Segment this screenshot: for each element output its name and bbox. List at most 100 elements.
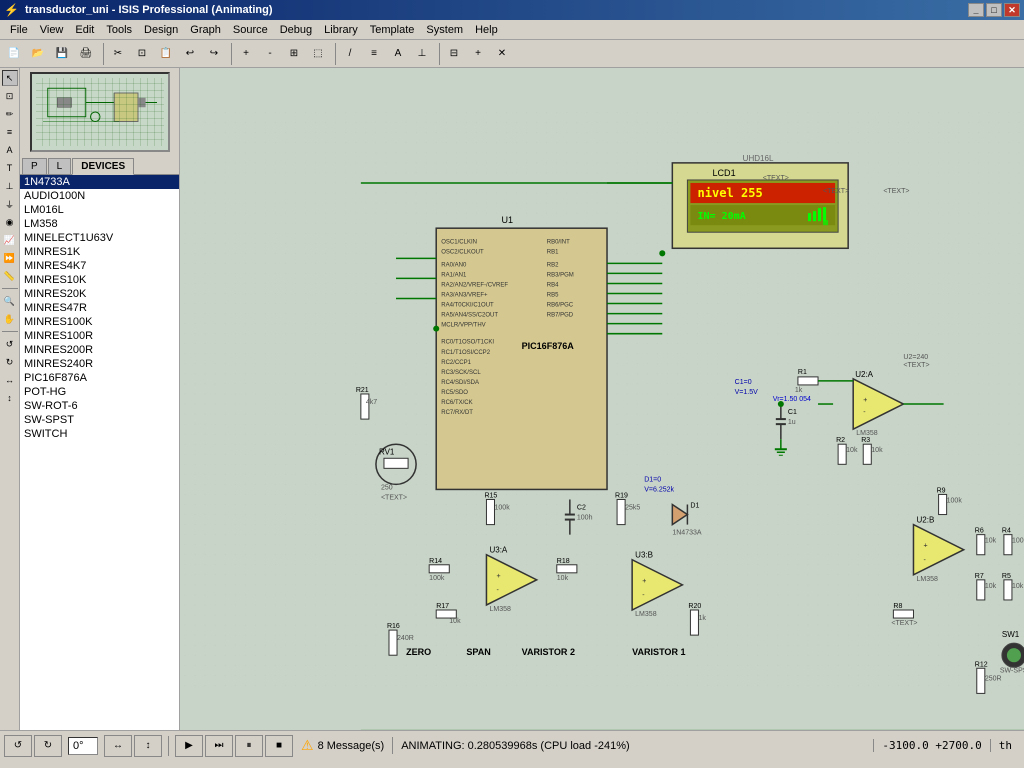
measure-tool[interactable]: 📏 [2,268,18,284]
menu-item-help[interactable]: Help [469,22,504,38]
svg-text:100k: 100k [947,497,963,504]
svg-text:U2:B: U2:B [916,516,934,525]
tab-devices[interactable]: DEVICES [72,158,134,175]
toolbar-separator [2,288,18,289]
undo-toolbar-button[interactable]: ↩ [179,43,201,65]
tab-l[interactable]: L [48,158,72,174]
rotate-right-tool[interactable]: ↻ [2,354,18,370]
power-tool[interactable]: ⊥ [2,178,18,194]
flip-horizontal-button[interactable]: ↔ [104,735,132,757]
graph-tool[interactable]: 📈 [2,232,18,248]
device-item-minres4k7[interactable]: MINRES4K7 [20,259,179,273]
toolbar-separator [436,43,440,65]
menu-item-graph[interactable]: Graph [184,22,227,38]
rotate-left-tool[interactable]: ↺ [2,336,18,352]
power-toolbar-button[interactable]: ⊥ [411,43,433,65]
device-item-minres240r[interactable]: MINRES240R [20,357,179,371]
text-tool[interactable]: T [2,160,18,176]
flip-v-tool[interactable]: ↕ [2,390,18,406]
device-item-pot-hg[interactable]: POT-HG [20,385,179,399]
probe-tool[interactable]: ◉ [2,214,18,230]
device-item-minres47r[interactable]: MINRES47R [20,301,179,315]
svg-text:RB2: RB2 [547,262,559,268]
device-item-minres1k[interactable]: MINRES1K [20,245,179,259]
fit-all-toolbar-button[interactable]: ⊞ [283,43,305,65]
menu-item-template[interactable]: Template [364,22,421,38]
device-item-minres10k[interactable]: MINRES10K [20,273,179,287]
device-item-minres100r[interactable]: MINRES100R [20,329,179,343]
print-toolbar-button[interactable]: 🖨 [75,43,97,65]
main-area: ↖ ⊡ ✏ ≡ AT ⊥ ⏚ ◉ 📈 ⏩ 📏 🔍 ✋ ↺ ↻ ↔ ↕ [0,68,1024,730]
svg-text:U1: U1 [502,215,514,225]
svg-text:10k: 10k [1012,583,1024,590]
circuit-schematic[interactable]: U1 OSC1/CLKIN OSC2/CLKOUT RA0/AN0 RA1/AN… [180,68,1024,730]
component-tool[interactable]: ⊡ [2,88,18,104]
menu-item-debug[interactable]: Debug [274,22,318,38]
device-item-lm358[interactable]: LM358 [20,217,179,231]
bus-tool[interactable]: ≡ [2,124,18,140]
new-sheet-toolbar-button[interactable]: + [467,43,489,65]
svg-text:U2:A: U2:A [855,370,873,379]
wire-tool[interactable]: ✏ [2,106,18,122]
menu-item-system[interactable]: System [420,22,469,38]
redo-toolbar-button[interactable]: ↪ [203,43,225,65]
paste-toolbar-button[interactable]: 📋 [155,43,177,65]
save-toolbar-button[interactable]: 💾 [51,43,73,65]
svg-text:<TEXT>: <TEXT> [381,494,407,501]
zoom-out-toolbar-button[interactable]: - [259,43,281,65]
menu-item-file[interactable]: File [4,22,34,38]
select-tool[interactable]: ↖ [2,70,18,86]
new-toolbar-button[interactable]: 📄 [3,43,25,65]
device-item-minres20k[interactable]: MINRES20K [20,287,179,301]
cut-toolbar-button[interactable]: ✂ [107,43,129,65]
play-button[interactable]: ▶ [175,735,203,757]
device-item-sw-rot-6[interactable]: SW-ROT-6 [20,399,179,413]
open-toolbar-button[interactable]: 📂 [27,43,49,65]
close-button[interactable]: ✕ [1004,3,1020,17]
label-toolbar-button[interactable]: A [387,43,409,65]
menu-item-edit[interactable]: Edit [69,22,100,38]
menu-item-tools[interactable]: Tools [100,22,138,38]
ground-tool[interactable]: ⏚ [2,196,18,212]
device-item-minelect1u63v[interactable]: MINELECT1U63V [20,231,179,245]
svg-text:MCLR/VPP/THV: MCLR/VPP/THV [441,323,485,329]
maximize-button[interactable]: □ [986,3,1002,17]
zoom-area-toolbar-button[interactable]: ⬚ [307,43,329,65]
menu-item-view[interactable]: View [34,22,70,38]
flip-h-tool[interactable]: ↔ [2,372,18,388]
menu-item-design[interactable]: Design [138,22,184,38]
device-item-1n4733a[interactable]: 1N4733A [20,175,179,189]
zoom-tool[interactable]: 🔍 [2,293,18,309]
canvas-area[interactable]: U1 OSC1/CLKIN OSC2/CLKOUT RA0/AN0 RA1/AN… [180,68,1024,730]
pause-button[interactable]: ⏸ [235,735,263,757]
device-item-pic16f876a[interactable]: PIC16F876A [20,371,179,385]
device-item-lm016l[interactable]: LM016L [20,203,179,217]
flip-vertical-button[interactable]: ↕ [134,735,162,757]
device-item-sw-spst[interactable]: SW-SPST [20,413,179,427]
rotate-left-button[interactable]: ↺ [4,735,32,757]
wire-toolbar-button[interactable]: / [339,43,361,65]
property-toolbar-button[interactable]: ⊟ [443,43,465,65]
device-item-audio100n[interactable]: AUDIO100N [20,189,179,203]
device-item-minres200r[interactable]: MINRES200R [20,343,179,357]
net-label-tool[interactable]: A [2,142,18,158]
pan-tool[interactable]: ✋ [2,311,18,327]
svg-text:+: + [863,397,867,404]
device-item-minres100k[interactable]: MINRES100K [20,315,179,329]
tab-p[interactable]: P [22,158,47,174]
svg-text:100k: 100k [429,575,445,582]
menu-item-source[interactable]: Source [227,22,274,38]
device-item-switch[interactable]: SWITCH [20,427,179,441]
minimize-button[interactable]: _ [968,3,984,17]
stop-button[interactable]: ■ [265,735,293,757]
zoom-in-toolbar-button[interactable]: + [235,43,257,65]
bus-toolbar-button[interactable]: ≡ [363,43,385,65]
svg-text:RC1/T1OSI/CCP2: RC1/T1OSI/CCP2 [441,350,490,356]
delete-toolbar-button[interactable]: ✕ [491,43,513,65]
tape-tool[interactable]: ⏩ [2,250,18,266]
step-button[interactable]: ⏭ [205,735,233,757]
menu-item-library[interactable]: Library [318,22,364,38]
copy-toolbar-button[interactable]: ⊡ [131,43,153,65]
rotate-right-button[interactable]: ↻ [34,735,62,757]
svg-text:D1: D1 [690,503,699,510]
